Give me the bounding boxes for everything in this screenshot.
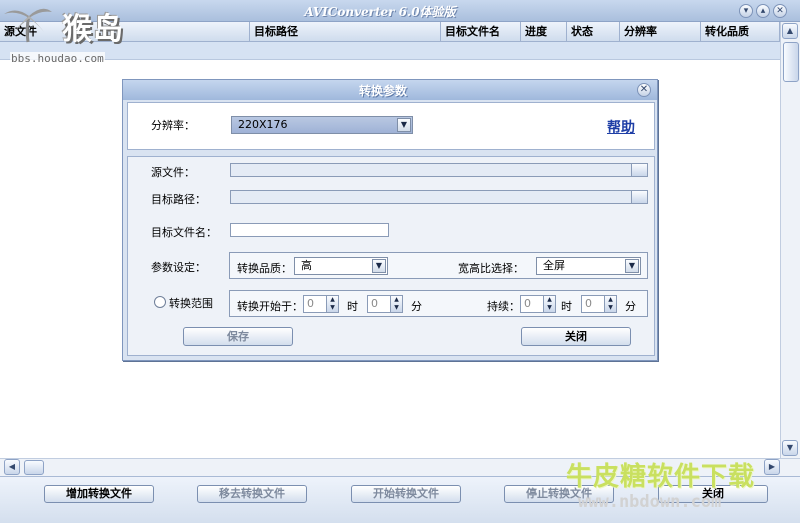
nbdown-logo-text: 牛皮糖软件下载: [566, 462, 756, 492]
stepper-arrows-icon[interactable]: ▲ ▼: [604, 296, 616, 312]
column-status[interactable]: 状态: [567, 22, 620, 42]
duration-minute-stepper[interactable]: 0 ▲ ▼: [581, 295, 617, 313]
remove-file-button[interactable]: 移去转换文件: [197, 485, 307, 503]
target-path-label: 目标路径：: [151, 193, 206, 206]
column-resolution[interactable]: 分辨率: [620, 22, 701, 42]
duration-hour-unit: 时: [561, 300, 572, 313]
add-file-button[interactable]: 增加转换文件: [44, 485, 154, 503]
browse-target-button[interactable]: [631, 191, 647, 203]
duration-minute-value: 0: [585, 297, 592, 310]
source-file-label: 源文件：: [151, 166, 195, 179]
houdao-url: bbs.houdao.com: [10, 52, 105, 65]
range-label: 转换范围: [169, 297, 213, 310]
dialog-title: 转换参数: [358, 84, 407, 98]
nbdown-url: www.nbdown.com: [578, 492, 722, 512]
target-path-field[interactable]: [230, 190, 648, 204]
maximize-button[interactable]: ▴: [756, 4, 770, 18]
range-radio[interactable]: [154, 296, 166, 308]
start-hour-value: 0: [307, 297, 314, 310]
scroll-up-button[interactable]: ▲: [782, 23, 798, 39]
column-quality[interactable]: 转化品质: [701, 22, 780, 42]
start-minute-stepper[interactable]: 0 ▲ ▼: [367, 295, 403, 313]
resolution-select[interactable]: 220X176 ▼: [231, 116, 413, 134]
stepper-arrows-icon[interactable]: ▲ ▼: [326, 296, 338, 312]
quality-value: 高: [301, 259, 312, 272]
dialog-close-icon[interactable]: ✕: [637, 83, 651, 97]
dialog-close-button[interactable]: 关闭: [521, 327, 631, 346]
param-settings-label: 参数设定：: [151, 261, 206, 274]
stepper-arrows-icon[interactable]: ▲ ▼: [543, 296, 555, 312]
resolution-value: 220X176: [238, 118, 288, 131]
save-button[interactable]: 保存: [183, 327, 293, 346]
duration-minute-unit: 分: [625, 300, 636, 313]
column-target-path[interactable]: 目标路径: [250, 22, 441, 42]
vertical-scroll-thumb[interactable]: [783, 42, 799, 82]
chevron-down-icon[interactable]: ▼: [625, 259, 639, 273]
houdao-watermark: 猴岛 bbs.houdao.com: [0, 0, 157, 70]
chevron-down-icon[interactable]: ▼: [372, 259, 386, 273]
scroll-left-button[interactable]: ◀: [4, 459, 20, 475]
start-convert-button[interactable]: 开始转换文件: [351, 485, 461, 503]
minimize-button[interactable]: ▾: [739, 4, 753, 18]
source-file-field[interactable]: [230, 163, 648, 177]
quality-select[interactable]: 高 ▼: [294, 257, 388, 275]
scroll-down-button[interactable]: ▼: [782, 440, 798, 456]
start-hour-unit: 时: [347, 300, 358, 313]
vertical-scrollbar[interactable]: ▲ ▼: [780, 22, 800, 458]
conversion-params-dialog: 转换参数 ✕ 分辨率： 220X176 ▼ 帮助 源文件： 目标路径： 目标文件…: [122, 79, 658, 361]
target-filename-label: 目标文件名：: [151, 226, 217, 239]
houdao-logo-text: 猴岛: [62, 12, 124, 47]
start-minute-unit: 分: [411, 300, 422, 313]
start-at-label: 转换开始于：: [237, 300, 303, 313]
column-progress[interactable]: 进度: [521, 22, 567, 42]
stepper-arrows-icon[interactable]: ▲ ▼: [390, 296, 402, 312]
browse-source-button[interactable]: [631, 164, 647, 176]
duration-hour-value: 0: [524, 297, 531, 310]
horizontal-scroll-thumb[interactable]: [24, 460, 44, 475]
column-target-filename[interactable]: 目标文件名: [441, 22, 521, 42]
target-filename-input[interactable]: [230, 223, 389, 237]
aspect-ratio-label: 宽高比选择：: [458, 262, 524, 275]
start-minute-value: 0: [371, 297, 378, 310]
quality-label: 转换品质：: [237, 262, 292, 275]
chevron-down-icon[interactable]: ▼: [397, 118, 411, 132]
aspect-ratio-select[interactable]: 全屏 ▼: [536, 257, 641, 275]
aspect-ratio-value: 全屏: [543, 259, 565, 272]
palm-tree-icon: [4, 8, 52, 43]
help-link[interactable]: 帮助: [607, 117, 635, 137]
start-hour-stepper[interactable]: 0 ▲ ▼: [303, 295, 339, 313]
nbdown-watermark: 牛皮糖软件下载 www.nbdown.com: [556, 456, 800, 523]
window-close-button[interactable]: ✕: [773, 4, 787, 18]
duration-hour-stepper[interactable]: 0 ▲ ▼: [520, 295, 556, 313]
duration-label: 持续：: [487, 300, 520, 313]
resolution-label: 分辨率：: [151, 119, 195, 132]
dialog-title-bar: 转换参数 ✕: [123, 80, 657, 100]
